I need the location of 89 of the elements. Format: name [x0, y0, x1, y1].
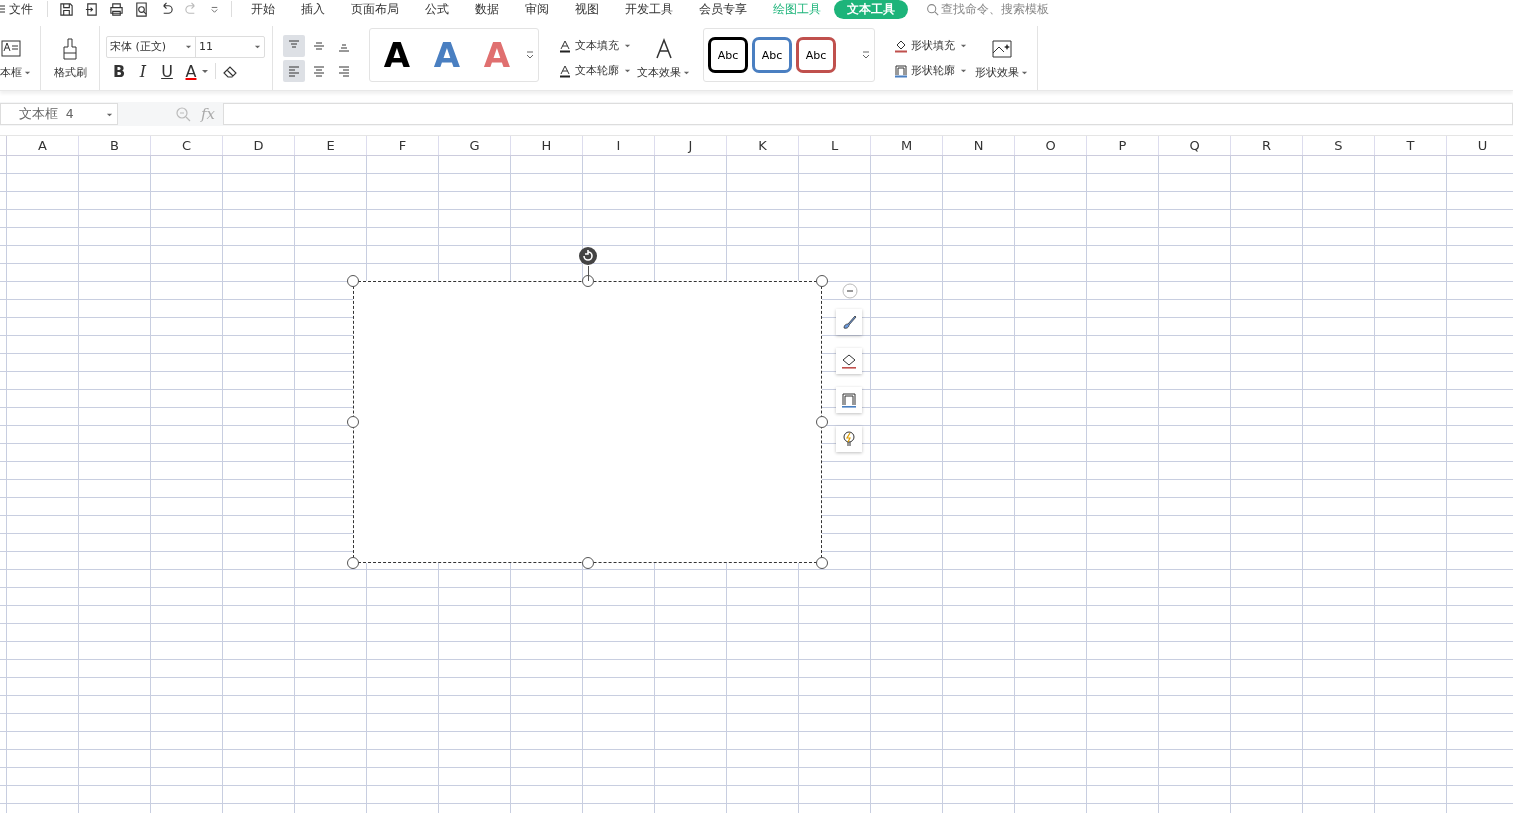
column-header[interactable]: K [727, 136, 799, 155]
column-header[interactable]: S [1303, 136, 1375, 155]
formula-input-field[interactable] [223, 103, 1513, 125]
shape-outline-button[interactable]: 形状轮廓 [894, 63, 967, 78]
collapse-icon[interactable] [842, 283, 858, 299]
menu-icon[interactable] [0, 4, 6, 14]
column-header[interactable]: C [151, 136, 223, 155]
shape-style-preset[interactable]: Abc [752, 37, 792, 73]
column-header[interactable]: B [79, 136, 151, 155]
ribbon-tab[interactable]: 页面布局 [351, 0, 399, 19]
column-header[interactable]: T [1375, 136, 1447, 155]
print-preview-icon[interactable] [134, 1, 149, 17]
column-header[interactable]: U [1447, 136, 1513, 155]
italic-button[interactable]: I [134, 61, 152, 81]
font-dropdown[interactable]: 宋体 (正文) [107, 36, 196, 57]
align-lines-icon [312, 63, 326, 78]
resize-handle[interactable] [347, 416, 359, 428]
column-header[interactable]: N [943, 136, 1015, 155]
column-header[interactable]: M [871, 136, 943, 155]
resize-handle[interactable] [581, 275, 594, 287]
caret-icon [624, 42, 631, 49]
align-button[interactable] [283, 34, 305, 57]
ribbon-tab[interactable]: 审阅 [525, 0, 549, 19]
align-lines-icon [287, 63, 301, 78]
caret-icon [185, 43, 192, 50]
lightbulb-icon[interactable] [836, 426, 862, 452]
shape-effect-button[interactable]: 形状效果 [975, 64, 1028, 80]
resize-handle[interactable] [347, 275, 359, 287]
save-icon[interactable] [59, 1, 74, 17]
ribbon-tab[interactable]: 数据 [475, 0, 499, 19]
format-painter-button[interactable]: 格式刷 [53, 64, 87, 80]
print-icon[interactable] [109, 1, 124, 17]
column-header[interactable]: G [439, 136, 511, 155]
underline-button[interactable]: U [158, 61, 176, 81]
search-field[interactable]: 查找命令、搜索模板 [926, 2, 1083, 16]
text-style-preset[interactable]: A [374, 35, 420, 75]
resize-handle[interactable] [816, 557, 828, 569]
align-button[interactable] [283, 59, 305, 82]
column-header[interactable]: I [583, 136, 655, 155]
ribbon-tab[interactable]: 开始 [251, 0, 275, 19]
gallery-more-icon[interactable] [526, 49, 534, 61]
column-header[interactable]: Q [1159, 136, 1231, 155]
ribbon-tab[interactable]: 插入 [301, 0, 325, 19]
font-size-dropdown[interactable]: 11 [196, 36, 264, 57]
ribbon-tab[interactable]: 视图 [575, 0, 599, 19]
text-outline-button[interactable]: 文本轮廓 [558, 63, 631, 78]
ribbon-tab[interactable]: 开发工具 [625, 0, 673, 19]
column-header[interactable]: D [223, 136, 295, 155]
letter-a-icon [558, 38, 572, 53]
shape-fill-button[interactable]: 形状填充 [894, 38, 967, 53]
ribbon-tab[interactable]: 公式 [425, 0, 449, 19]
font-color-button[interactable]: A [182, 61, 200, 81]
column-header[interactable]: R [1231, 136, 1303, 155]
column-header[interactable]: F [367, 136, 439, 155]
bold-button[interactable]: B [110, 61, 128, 81]
resize-handle[interactable] [347, 557, 359, 569]
brush-icon[interactable] [836, 309, 862, 335]
paint-bucket-icon [894, 38, 908, 53]
rotate-handle-icon[interactable] [578, 246, 598, 266]
column-header[interactable]: P [1087, 136, 1159, 155]
column-header[interactable]: E [295, 136, 367, 155]
column-header[interactable]: L [799, 136, 871, 155]
caret-icon [960, 42, 967, 49]
ribbon-tab[interactable]: 会员专享 [699, 0, 747, 19]
shape-style-preset[interactable]: Abc [708, 37, 748, 73]
column-header[interactable]: A [7, 136, 79, 155]
shape-style-preset[interactable]: Abc [796, 37, 836, 73]
column-header[interactable]: J [655, 136, 727, 155]
search-icon [926, 2, 939, 16]
caret-icon [624, 67, 631, 74]
export-icon[interactable] [84, 1, 99, 17]
caret-icon[interactable] [201, 67, 209, 75]
align-lines-icon [337, 63, 351, 78]
text-fill-button[interactable]: 文本填充 [558, 38, 631, 53]
column-header[interactable]: H [511, 136, 583, 155]
gallery-more-icon[interactable] [862, 49, 870, 61]
text-style-preset[interactable]: A [424, 35, 470, 75]
caret-icon [254, 43, 261, 50]
frame-icon [894, 63, 908, 78]
file-menu[interactable]: 文件 [9, 0, 33, 18]
shape-outline-icon[interactable] [836, 387, 862, 413]
letter-a-icon [558, 63, 572, 78]
text-box-button[interactable]: 本框 [0, 64, 31, 80]
column-header[interactable]: O [1015, 136, 1087, 155]
shape-fill-icon[interactable] [836, 348, 862, 374]
text-effect-button[interactable]: 文本效果 [637, 64, 690, 80]
caret-icon [960, 67, 967, 74]
name-box[interactable]: 文本框 4 [0, 103, 118, 125]
resize-handle[interactable] [816, 275, 828, 287]
